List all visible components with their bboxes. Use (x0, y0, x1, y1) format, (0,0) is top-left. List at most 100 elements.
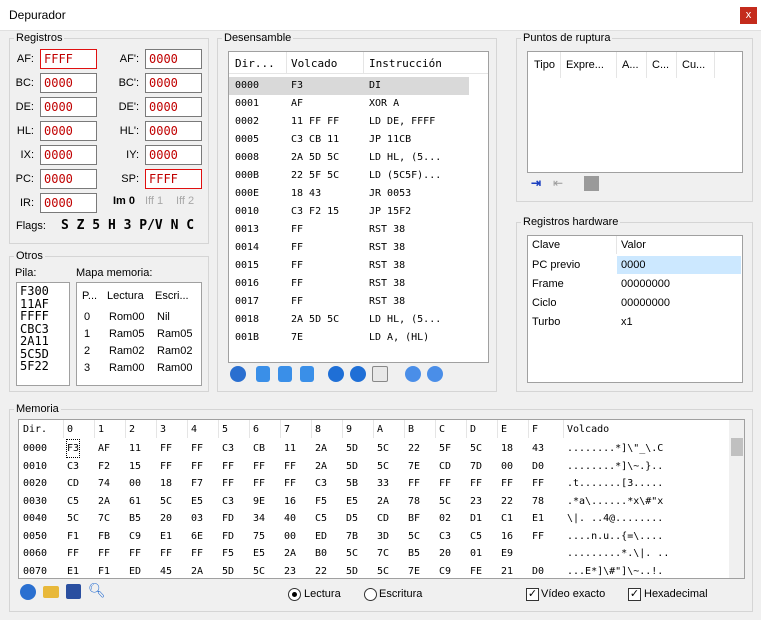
dis-cell[interactable]: LD A, (HL) (369, 329, 429, 347)
mem-cell[interactable]: B5 (129, 510, 141, 527)
reg-field[interactable]: 0000 (145, 97, 202, 117)
mem-cell[interactable]: FF (222, 458, 234, 475)
save-icon[interactable] (66, 584, 81, 599)
refresh-memory-icon[interactable] (20, 584, 36, 600)
mem-cell[interactable]: 00 (129, 475, 141, 492)
disassembly-table[interactable]: Dir... Volcado Instrucción 0000 F3 DI 0001 AF XO… (228, 51, 489, 363)
dis-cell[interactable]: 2A 5D 5C (291, 149, 339, 167)
mem-cell[interactable]: 20 (160, 510, 172, 527)
mem-column-header[interactable]: F (532, 424, 538, 435)
mem-cell[interactable]: C3 (222, 440, 234, 457)
dis-cell[interactable]: 000B (235, 167, 259, 185)
mapa-column-header[interactable]: Lectura (107, 290, 144, 302)
hw-value[interactable]: 0000 (621, 259, 645, 271)
video-exacto-label[interactable]: Vídeo exacto (541, 588, 605, 600)
breakpoints-table[interactable]: Tipo Expre... A... C... Cu... (527, 51, 743, 173)
hw-column-header[interactable]: Valor (621, 239, 646, 251)
scroll-down-icon[interactable] (427, 366, 443, 382)
mem-cell[interactable]: F1 (98, 563, 110, 579)
mem-cell[interactable]: 11 (284, 440, 296, 457)
mem-cell[interactable]: E1 (67, 563, 79, 579)
mem-column-header[interactable]: 8 (315, 424, 321, 435)
reg-field[interactable]: 0000 (40, 145, 97, 165)
mem-cell[interactable]: 33 (377, 475, 389, 492)
mem-cell[interactable]: BF (408, 510, 420, 527)
mem-cell[interactable]: AF (98, 440, 110, 457)
mem-cell[interactable]: 00 (501, 458, 513, 475)
mem-cell[interactable]: 18 (501, 440, 513, 457)
dis-cell[interactable]: 2A 5D 5C (291, 311, 339, 329)
mem-cell[interactable]: 78 (532, 493, 544, 510)
mem-cell[interactable]: 5D (346, 458, 358, 475)
mem-cell[interactable]: FB (98, 528, 110, 545)
mem-cell[interactable]: 5B (346, 475, 358, 492)
dis-cell[interactable]: FF (291, 221, 303, 239)
mem-cell[interactable]: FF (129, 545, 141, 562)
mem-cell[interactable]: FF (160, 440, 172, 457)
remove-breakpoint-icon[interactable]: ⇤ (553, 176, 569, 192)
mapa-table[interactable]: P... Lectura Escri... 0 Rom00 Nil 1 Ram05 Ram05 2… (76, 282, 202, 386)
dis-cell[interactable]: 000E (235, 185, 259, 203)
mem-cell[interactable]: 0020 (23, 475, 47, 492)
mem-cell[interactable]: FF (470, 475, 482, 492)
reg-field[interactable]: 0000 (145, 49, 202, 69)
mem-column-header[interactable]: 9 (346, 424, 352, 435)
mem-column-header[interactable]: D (470, 424, 476, 435)
lectura-label[interactable]: Lectura (304, 588, 341, 600)
dis-cell[interactable]: DI (369, 77, 381, 95)
dis-cell[interactable]: JP 15F2 (369, 203, 411, 221)
mem-cell[interactable]: 5C (67, 510, 79, 527)
mem-cell[interactable]: C9 (129, 528, 141, 545)
mem-cell[interactable]: D5 (346, 510, 358, 527)
mem-cell[interactable]: 22 (315, 563, 327, 579)
mem-cell[interactable]: 16 (284, 493, 296, 510)
mem-cell[interactable]: FF (160, 545, 172, 562)
mem-cell[interactable]: FF (284, 475, 296, 492)
close-button[interactable]: x (740, 7, 757, 24)
dis-cell[interactable]: 11 FF FF (291, 113, 339, 131)
mem-cell[interactable]: B5 (408, 545, 420, 562)
mem-cell[interactable]: ED (129, 563, 141, 579)
escritura-radio[interactable] (364, 588, 377, 601)
mem-cell[interactable]: B0 (315, 545, 327, 562)
mem-column-header[interactable]: 3 (160, 424, 166, 435)
mem-cell[interactable]: FF (191, 458, 203, 475)
mem-cell[interactable]: F5 (222, 545, 234, 562)
mem-cell[interactable]: 23 (284, 563, 296, 579)
dis-cell[interactable]: 0018 (235, 311, 259, 329)
mem-column-header[interactable]: 6 (253, 424, 259, 435)
hw-value[interactable]: 00000000 (621, 297, 670, 309)
dis-cell[interactable]: 0015 (235, 257, 259, 275)
mem-cell[interactable]: 0060 (23, 545, 47, 562)
clear-breakpoints-icon[interactable] (584, 176, 599, 191)
mem-cell[interactable]: 0030 (23, 493, 47, 510)
mem-cell[interactable]: 7B (346, 528, 358, 545)
mem-cell[interactable]: E1 (160, 528, 172, 545)
scroll-up-icon[interactable] (405, 366, 421, 382)
reg-field[interactable]: 0000 (40, 193, 97, 213)
reg-field[interactable]: 0000 (40, 73, 97, 93)
mem-cell[interactable]: .*a\......*x\#"x (567, 493, 663, 510)
mem-cell[interactable]: 34 (253, 510, 265, 527)
list-icon[interactable] (372, 366, 388, 382)
mem-cell[interactable]: ....n.u..{=\.... (567, 528, 663, 545)
mem-cell[interactable]: 7C (98, 510, 110, 527)
mem-cell[interactable]: 5C (160, 493, 172, 510)
mem-cell[interactable]: 0040 (23, 510, 47, 527)
hexadecimal-label[interactable]: Hexadecimal (644, 588, 708, 600)
step-into-icon[interactable] (256, 366, 270, 382)
dis-cell[interactable]: RST 38 (369, 257, 405, 275)
lectura-radio[interactable] (288, 588, 301, 601)
mem-cell[interactable]: 00 (284, 528, 296, 545)
mem-cell[interactable]: 5D (346, 440, 358, 457)
mapa-column-header[interactable]: P... (82, 290, 97, 302)
memory-scroll-thumb[interactable] (731, 438, 743, 456)
mem-cell[interactable]: E1 (532, 510, 544, 527)
dis-cell[interactable]: LD HL, (5... (369, 311, 441, 329)
mem-cell[interactable]: FF (222, 475, 234, 492)
mem-cell[interactable]: 74 (98, 475, 110, 492)
mem-cell[interactable]: F3 (65, 439, 81, 458)
mem-cell[interactable]: ........*]\"_\.C (567, 440, 663, 457)
search-icon[interactable]: 🔍︎ (88, 582, 106, 599)
mem-cell[interactable]: 21 (501, 563, 513, 579)
